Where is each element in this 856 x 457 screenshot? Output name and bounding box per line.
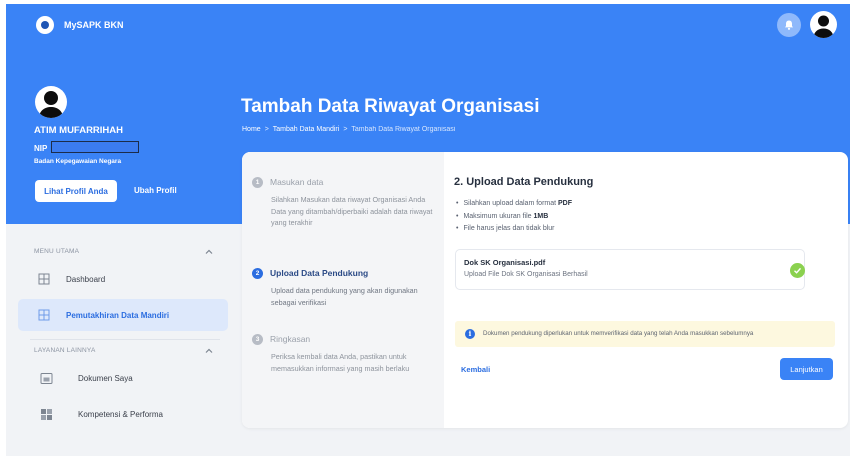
breadcrumb-current: Tambah Data Riwayat Organisasi — [351, 126, 456, 133]
competency-icon — [41, 408, 52, 420]
data-update-icon — [38, 309, 50, 321]
sidebar-item-pemutakhiran-data-mandiri[interactable]: Pemutakhiran Data Mandiri — [18, 299, 228, 331]
step-title: Masukan data — [270, 177, 324, 187]
sidebar-item-label: Kompetensi & Performa — [78, 409, 163, 419]
sidebar-item-dashboard[interactable]: Dashboard — [18, 263, 228, 295]
sidebar-divider — [30, 339, 220, 340]
edit-profile-button[interactable]: Ubah Profil — [134, 186, 177, 195]
sidebar-item-dokumen-saya[interactable]: Dokumen Saya — [18, 362, 228, 394]
user-avatar-button[interactable] — [810, 11, 837, 38]
profile-avatar — [35, 86, 67, 118]
step-description-line: Data yang ditambah/diperbaiki adalah dat… — [271, 206, 433, 228]
sidebar-item-label: Dokumen Saya — [78, 373, 133, 383]
section-label-menu-utama: MENU UTAMA — [34, 248, 80, 255]
breadcrumb-separator: > — [343, 126, 348, 133]
breadcrumb-tambah-data-mandiri[interactable]: Tambah Data Mandiri — [273, 126, 340, 133]
info-notice: i Dokumen pendukung diperlukan untuk mem… — [455, 321, 835, 347]
step-description: Silahkan Masukan data riwayat Organisasi… — [271, 194, 441, 229]
step-description: Periksa kembali data Anda, pastikan untu… — [271, 352, 410, 373]
upload-panel: 2. Upload Data Pendukung Silahkan upload… — [444, 152, 848, 428]
view-profile-button[interactable]: Lihat Profil Anda — [35, 180, 117, 202]
check-circle-icon — [790, 263, 805, 278]
step-title: Ringkasan — [270, 334, 311, 344]
agency-name: Badan Kepegawaian Negara — [34, 158, 122, 165]
step-number: 1 — [252, 177, 263, 188]
nip-label: NIP — [34, 144, 48, 153]
requirement-item: File harus jelas dan tidak blur — [456, 225, 572, 238]
file-name: Dok SK Organisasi.pdf — [464, 258, 546, 267]
requirements-list: Silahkan upload dalam format PDF Maksimu… — [456, 200, 572, 238]
stepper-panel: 1 Masukan data Silahkan Masukan data riw… — [242, 152, 444, 428]
page-title: Tambah Data Riwayat Organisasi — [241, 96, 540, 117]
form-card: 1 Masukan data Silahkan Masukan data riw… — [242, 152, 848, 428]
requirement-item: Silahkan upload dalam format PDF — [456, 200, 572, 213]
info-icon: i — [465, 329, 475, 339]
breadcrumb: Home > Tambah Data Mandiri > Tambah Data… — [242, 126, 455, 133]
user-avatar-icon — [813, 15, 834, 38]
step-description: Upload data pendukung yang akan digunaka… — [271, 286, 418, 307]
dashboard-icon — [38, 273, 50, 285]
chevron-up-icon[interactable] — [204, 346, 214, 356]
requirement-item: Maksimum ukuran file 1MB — [456, 213, 572, 226]
section-label-layanan-lainnya: LAYANAN LAINNYA — [34, 347, 96, 354]
sidebar-item-label: Pemutakhiran Data Mandiri — [66, 310, 170, 320]
sidebar-item-kompetensi-performa[interactable]: Kompetensi & Performa — [18, 398, 228, 430]
app-title: MySAPK BKN — [64, 20, 124, 30]
chevron-up-icon[interactable] — [204, 247, 214, 257]
notification-button[interactable] — [777, 13, 801, 37]
step-number: 3 — [252, 334, 263, 345]
upload-status: Upload File Dok SK Organisasi Berhasil — [464, 271, 588, 278]
section-title: 2. Upload Data Pendukung — [454, 176, 594, 188]
bell-icon — [785, 20, 793, 30]
sidebar-item-label: Dashboard — [66, 274, 106, 284]
user-name: ATIM MUFARRIHAH — [34, 125, 124, 136]
back-button[interactable]: Kembali — [461, 365, 490, 374]
next-button[interactable]: Lanjutkan — [780, 358, 833, 380]
nip-value-redacted — [51, 141, 139, 153]
app-logo[interactable] — [36, 16, 54, 34]
document-icon — [40, 372, 53, 384]
step-number: 2 — [252, 268, 263, 279]
breadcrumb-separator: > — [264, 126, 269, 133]
user-avatar-icon — [39, 91, 63, 118]
app-window: MySAPK BKN ATIM MUFARRIHAH NIP Badan Kep… — [6, 4, 850, 456]
step-description-line: Silahkan Masukan data riwayat Organisasi… — [271, 195, 426, 204]
breadcrumb-home[interactable]: Home — [242, 126, 261, 133]
notice-text: Dokumen pendukung diperlukan untuk memve… — [483, 330, 754, 337]
step-title: Upload Data Pendukung — [270, 268, 369, 278]
file-upload-box[interactable]: Dok SK Organisasi.pdf Upload File Dok SK… — [455, 249, 805, 290]
